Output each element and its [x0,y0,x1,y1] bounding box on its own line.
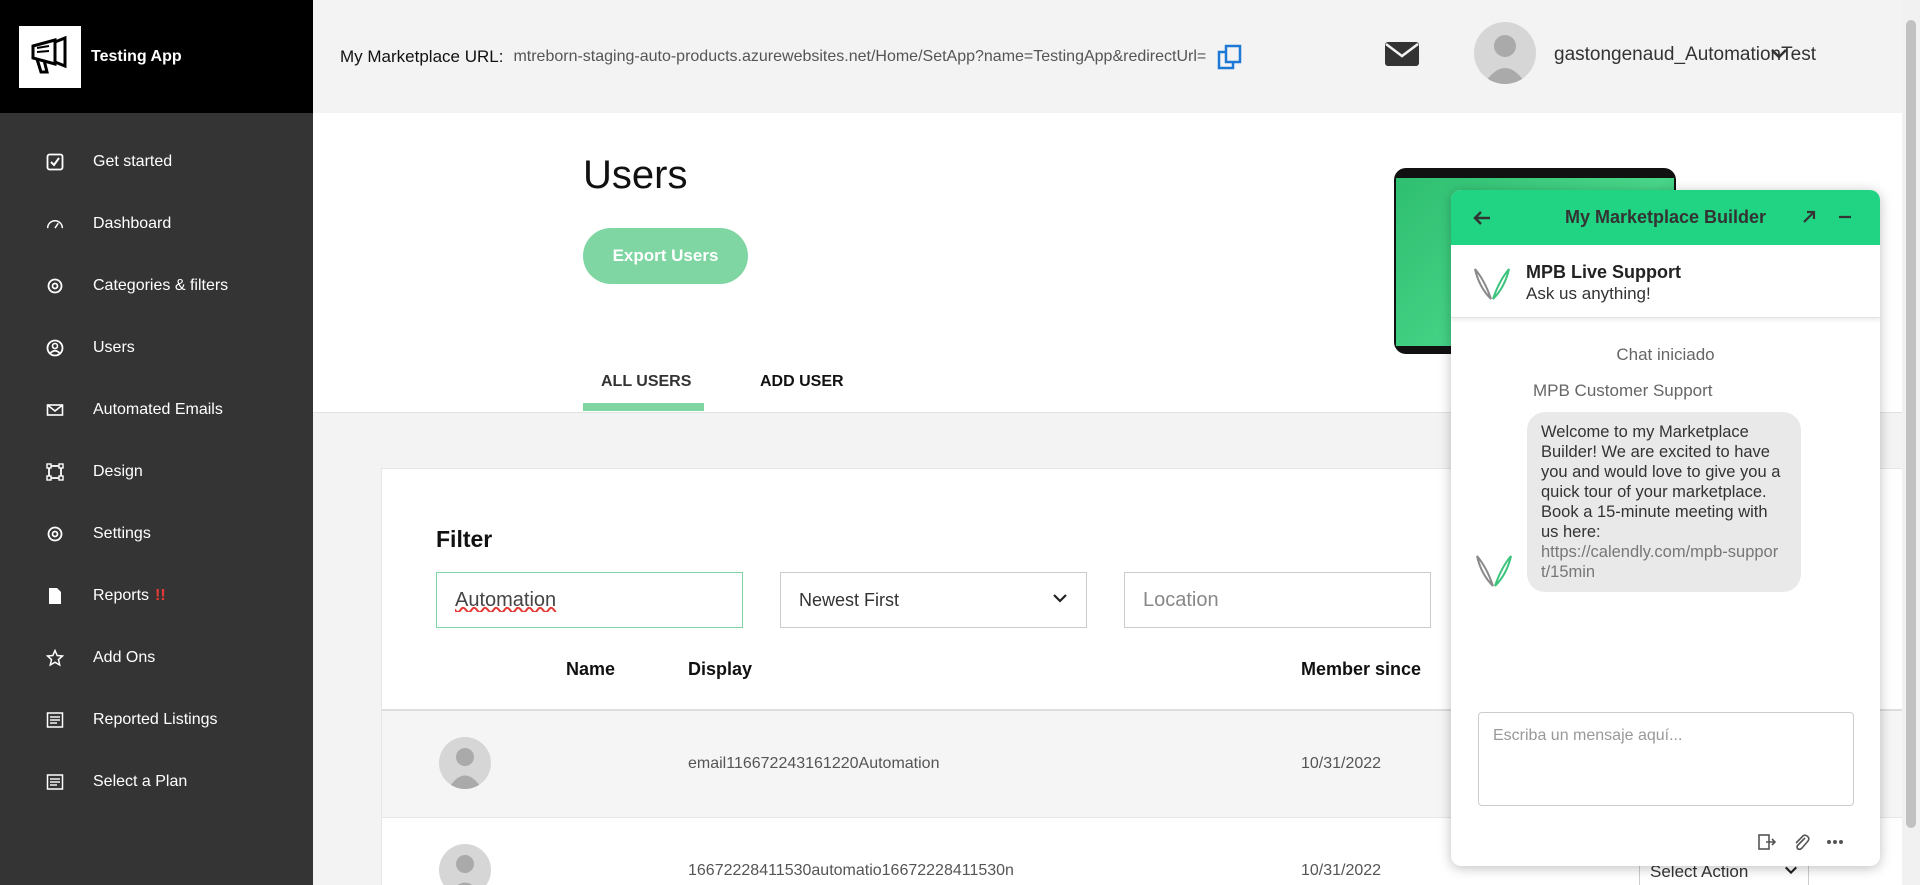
checkbox-icon [44,151,66,173]
column-header-display[interactable]: Display [688,659,752,680]
avatar [439,737,491,789]
file-icon [44,585,66,607]
tab-add-user[interactable]: ADD USER [760,373,844,391]
top-header: My Marketplace URL: mtreborn-staging-aut… [313,0,1902,113]
row-display-name: 16672228411530automatio16672228411530n [688,862,1014,879]
sidebar-item-label: Users [93,339,135,356]
gear-icon [44,523,66,545]
sidebar-item-label: Select a Plan [93,773,188,790]
support-subtitle: Ask us anything! [1526,284,1651,303]
column-header-name[interactable]: Name [566,659,615,680]
gauge-icon [44,213,66,235]
user-circle-icon [44,337,66,359]
user-avatar[interactable] [1474,22,1536,84]
megaphone-logo-icon [19,25,81,88]
sidebar-item-label: Reported Listings [93,711,218,728]
sidebar-item-reported-listings[interactable]: Reported Listings [0,689,313,751]
marketplace-url-label: My Marketplace URL: [340,46,504,66]
support-name: MPB Live Support [1526,262,1682,282]
list-icon [44,709,66,731]
star-icon [44,647,66,669]
chat-started-label: Chat iniciado [1616,345,1715,364]
calendly-link[interactable]: https://calendly.com/mpb-support/15min [1541,542,1787,582]
chat-toolbar [1756,831,1846,853]
page-title: Users [583,153,688,197]
export-users-button[interactable]: Export Users [583,228,748,284]
mail-icon[interactable] [1384,40,1420,68]
chevron-down-icon [1052,590,1068,611]
search-input[interactable] [436,572,743,628]
sidebar-item-label: Reports [93,587,150,604]
sidebar-nav: Get started Dashboard Categories & filte… [0,113,313,813]
tab-all-users[interactable]: ALL USERS [601,373,691,391]
sidebar-item-categories-filters[interactable]: Categories & filters [0,255,313,317]
sidebar-item-label: Settings [93,525,151,542]
sidebar-item-label: Get started [93,153,173,170]
chat-message-text: Welcome to my Marketplace Builder! We ar… [1541,423,1781,541]
sort-select[interactable]: Newest First [780,572,1087,628]
brand[interactable]: Testing App [0,0,313,113]
scrollbar-thumb[interactable] [1906,20,1916,828]
sidebar-item-settings[interactable]: Settings [0,503,313,565]
sidebar-item-label: Dashboard [93,215,172,232]
chat-message-bubble: Welcome to my Marketplace Builder! We ar… [1527,412,1801,592]
marketplace-url-value[interactable]: mtreborn-staging-auto-products.azurewebs… [513,48,1206,66]
more-options-icon[interactable] [1824,831,1846,853]
chevron-down-icon[interactable] [1769,44,1789,64]
sidebar-item-users[interactable]: Users [0,317,313,379]
sidebar-item-automated-emails[interactable]: Automated Emails [0,379,313,441]
sidebar-item-label: Categories & filters [93,277,229,294]
sidebar-item-label: Design [93,463,143,480]
sidebar-item-get-started[interactable]: Get started [0,131,313,193]
chat-message-input[interactable] [1478,712,1854,806]
chat-header: My Marketplace Builder [1451,190,1880,245]
sidebar-item-reports[interactable]: Reports !! [0,565,313,627]
page-scrollbar[interactable] [1902,0,1920,885]
gear-icon [44,275,66,297]
support-logo-icon [1473,552,1515,590]
expand-icon[interactable] [1799,207,1819,227]
paperclip-icon[interactable] [1790,831,1812,853]
avatar [439,844,491,885]
frame-icon [44,461,66,483]
sidebar-item-label: Automated Emails [93,401,223,418]
list-icon [44,771,66,793]
row-member-since: 10/31/2022 [1301,862,1382,879]
reports-alert-badge: !! [155,587,166,604]
row-display-name: email116672243161220Automation [688,755,940,772]
sidebar: Testing App Get started Dashboard Catego… [0,0,313,885]
exit-chat-icon[interactable] [1756,831,1778,853]
row-member-since: 10/31/2022 [1301,755,1382,772]
app-name: Testing App [91,47,182,65]
location-input[interactable] [1124,572,1431,628]
sidebar-item-select-plan[interactable]: Select a Plan [0,751,313,813]
sidebar-item-add-ons[interactable]: Add Ons [0,627,313,689]
column-header-member-since[interactable]: Member since [1301,659,1421,680]
filter-title: Filter [436,526,493,552]
sidebar-item-dashboard[interactable]: Dashboard [0,193,313,255]
sort-select-value: Newest First [799,589,900,610]
envelope-icon [44,399,66,421]
chat-widget: My Marketplace Builder MPB Live Support … [1451,190,1880,866]
copy-icon[interactable] [1216,43,1244,71]
sidebar-item-label: Add Ons [93,649,156,666]
chat-sender-name: MPB Customer Support [1533,381,1713,400]
active-tab-indicator [583,403,704,411]
sidebar-item-design[interactable]: Design [0,441,313,503]
support-info: MPB Live Support Ask us anything! [1451,245,1880,318]
support-logo-icon [1471,265,1513,303]
minimize-icon[interactable] [1835,207,1855,227]
